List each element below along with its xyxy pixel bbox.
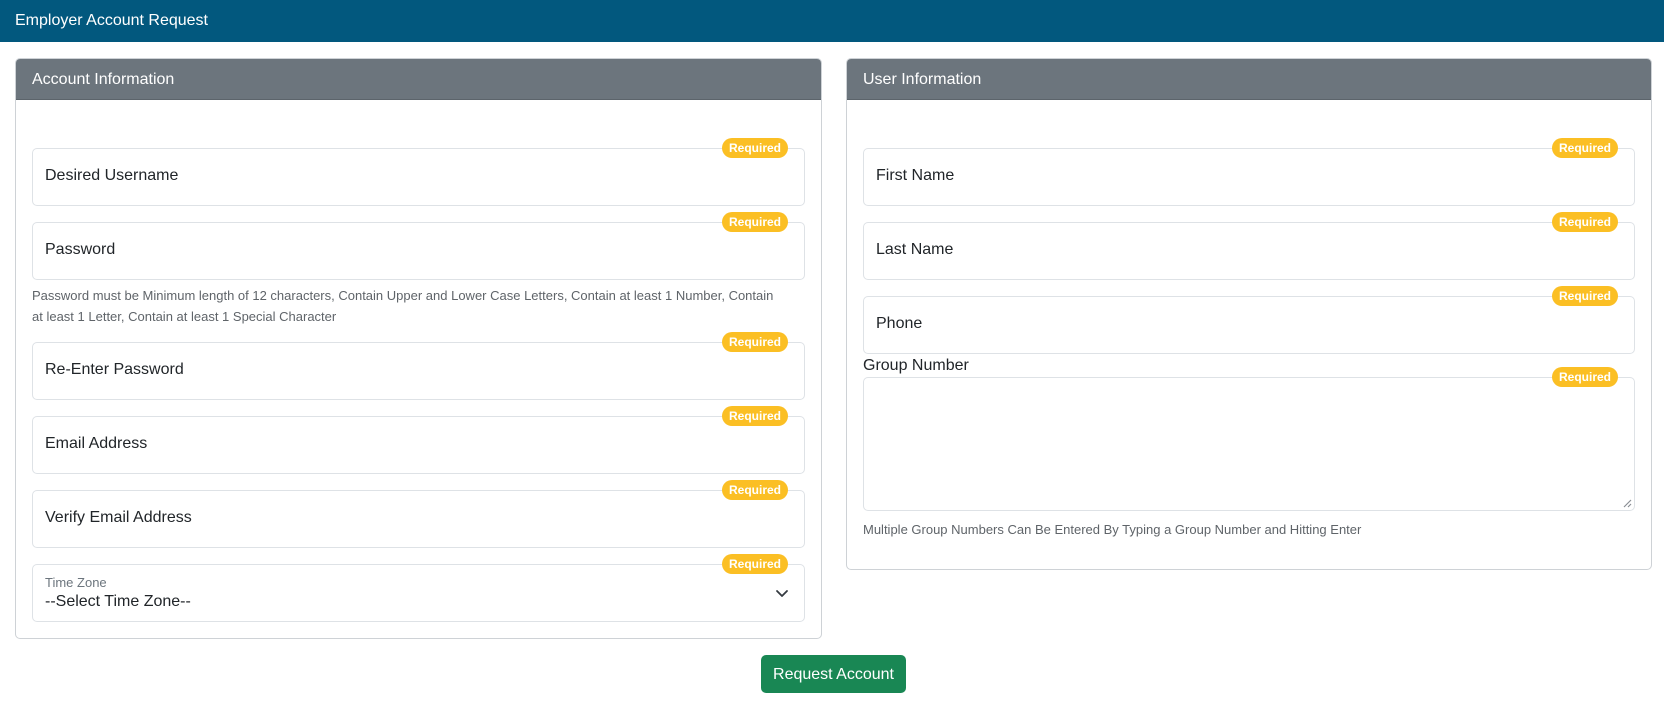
reenter-password-field[interactable]: Re-Enter Password Required — [32, 332, 805, 400]
required-badge: Required — [721, 406, 788, 426]
resize-grip-icon[interactable] — [1622, 498, 1632, 508]
verify-email-address-field[interactable]: Verify Email Address Required — [32, 480, 805, 548]
required-badge: Required — [721, 554, 788, 574]
last-name-label: Last Name — [876, 241, 954, 258]
request-account-button[interactable]: Request Account — [761, 655, 906, 693]
reenter-password-label: Re-Enter Password — [45, 361, 184, 378]
password-label: Password — [45, 241, 116, 258]
required-badge: Required — [721, 332, 788, 352]
required-badge: Required — [1551, 138, 1618, 158]
password-help-text: Password must be Minimum length of 12 ch… — [32, 288, 774, 324]
page-title-bar: Employer Account Request — [0, 0, 1664, 42]
email-address-label: Email Address — [45, 435, 148, 452]
account-information-card: Account Information Desired Username Req… — [15, 58, 822, 639]
email-address-field[interactable]: Email Address Required — [32, 406, 805, 474]
last-name-field[interactable]: Last Name Required — [863, 212, 1635, 280]
first-name-field[interactable]: First Name Required — [863, 138, 1635, 206]
chevron-down-icon[interactable] — [774, 585, 790, 601]
required-badge: Required — [721, 480, 788, 500]
time-zone-selected-value: --Select Time Zone-- — [45, 593, 191, 610]
phone-label: Phone — [876, 315, 923, 332]
group-number-help-text: Multiple Group Numbers Can Be Entered By… — [863, 522, 1362, 537]
required-badge: Required — [1551, 286, 1618, 306]
time-zone-select[interactable]: Time Zone --Select Time Zone-- Required — [32, 554, 805, 622]
desired-username-label: Desired Username — [45, 167, 179, 184]
group-number-textarea[interactable]: Required — [863, 367, 1635, 511]
required-badge: Required — [1551, 212, 1618, 232]
page-title: Employer Account Request — [15, 12, 208, 29]
user-information-card: User Information First Name Required Las… — [846, 58, 1652, 570]
desired-username-field[interactable]: Desired Username Required — [32, 138, 805, 206]
required-badge: Required — [721, 212, 788, 232]
account-information-header: Account Information — [16, 59, 821, 100]
verify-email-address-label: Verify Email Address — [45, 509, 192, 526]
time-zone-label: Time Zone — [45, 575, 107, 590]
first-name-label: First Name — [876, 167, 955, 184]
group-number-label: Group Number — [863, 357, 969, 374]
user-information-header: User Information — [847, 59, 1651, 100]
required-badge: Required — [721, 138, 788, 158]
required-badge: Required — [1551, 367, 1618, 387]
password-field[interactable]: Password Required — [32, 212, 805, 280]
phone-field[interactable]: Phone Required — [863, 286, 1635, 354]
